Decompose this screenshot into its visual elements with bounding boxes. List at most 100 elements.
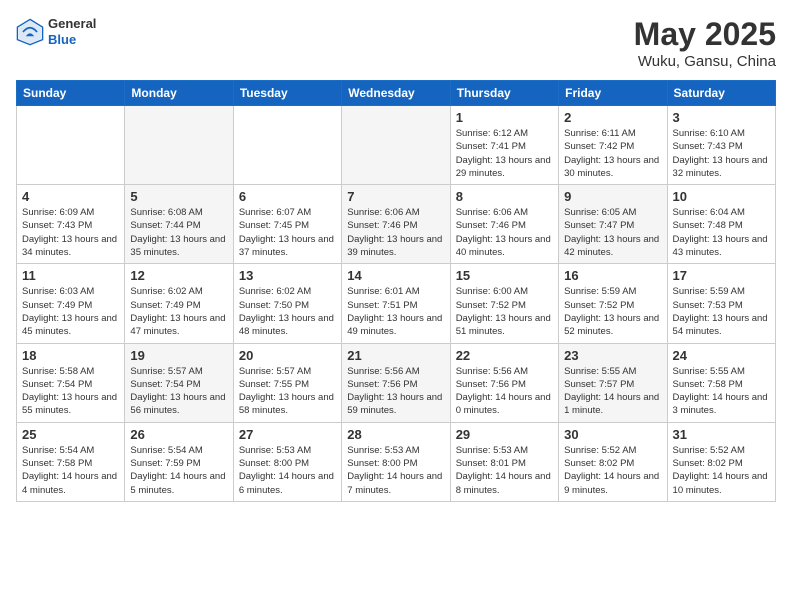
calendar-cell: 31 Sunrise: 5:52 AM Sunset: 8:02 PM Dayli… — [667, 422, 775, 501]
calendar-cell: 21Sunrise: 5:56 AM Sunset: 7:56 PM Dayli… — [342, 343, 450, 422]
calendar-cell: 4 Sunrise: 6:09 AM Sunset: 7:43 PM Daylig… — [17, 185, 125, 264]
day-number: 5 — [130, 189, 227, 204]
logo-icon — [16, 18, 44, 46]
day-number: 16 — [564, 268, 661, 283]
day-info: Sunrise: 5:52 AM Sunset: 8:02 PM Dayligh… — [564, 444, 661, 497]
day-number: 7 — [347, 189, 444, 204]
day-info: Sunrise: 6:02 AM Sunset: 7:50 PM Dayligh… — [239, 285, 336, 338]
day-number: 29 — [456, 427, 553, 442]
day-info: Sunrise: 6:06 AM Sunset: 7:46 PM Dayligh… — [456, 206, 553, 259]
calendar-cell — [233, 106, 341, 185]
day-info: Sunrise: 6:12 AM Sunset: 7:41 PM Dayligh… — [456, 127, 553, 180]
calendar-title: May 2025 — [634, 16, 776, 53]
logo-general-text: General — [48, 16, 96, 32]
day-number: 13 — [239, 268, 336, 283]
day-number: 3 — [673, 110, 770, 125]
weekday-header-sunday: Sunday — [17, 81, 125, 106]
calendar-cell: 20 Sunrise: 5:57 AM Sunset: 7:55 PM Dayli… — [233, 343, 341, 422]
day-info: Sunrise: 5:55 AM Sunset: 7:57 PM Dayligh… — [564, 365, 661, 418]
calendar-week-row: 11 Sunrise: 6:03 AM Sunset: 7:49 PM Dayli… — [17, 264, 776, 343]
day-number: 9 — [564, 189, 661, 204]
calendar-cell: 2Sunrise: 6:11 AM Sunset: 7:42 PM Daylig… — [559, 106, 667, 185]
day-number: 19 — [130, 348, 227, 363]
day-info: Sunrise: 5:53 AM Sunset: 8:00 PM Dayligh… — [347, 444, 444, 497]
calendar-subtitle: Wuku, Gansu, China — [634, 53, 776, 70]
calendar-cell: 25 Sunrise: 5:54 AM Sunset: 7:58 PM Dayli… — [17, 422, 125, 501]
day-info: Sunrise: 5:52 AM Sunset: 8:02 PM Dayligh… — [673, 444, 770, 497]
weekday-header-tuesday: Tuesday — [233, 81, 341, 106]
day-info: Sunrise: 5:57 AM Sunset: 7:54 PM Dayligh… — [130, 365, 227, 418]
day-number: 17 — [673, 268, 770, 283]
calendar-cell: 6 Sunrise: 6:07 AM Sunset: 7:45 PM Daylig… — [233, 185, 341, 264]
calendar-table: SundayMondayTuesdayWednesdayThursdayFrid… — [16, 80, 776, 502]
logo-text: General Blue — [48, 16, 96, 47]
weekday-header-monday: Monday — [125, 81, 233, 106]
day-number: 1 — [456, 110, 553, 125]
day-number: 11 — [22, 268, 119, 283]
calendar-cell: 22 Sunrise: 5:56 AM Sunset: 7:56 PM Dayli… — [450, 343, 558, 422]
day-info: Sunrise: 5:53 AM Sunset: 8:01 PM Dayligh… — [456, 444, 553, 497]
day-info: Sunrise: 6:07 AM Sunset: 7:45 PM Dayligh… — [239, 206, 336, 259]
title-area: May 2025 Wuku, Gansu, China — [634, 16, 776, 70]
day-number: 12 — [130, 268, 227, 283]
calendar-cell: 30Sunrise: 5:52 AM Sunset: 8:02 PM Dayli… — [559, 422, 667, 501]
weekday-header-row: SundayMondayTuesdayWednesdayThursdayFrid… — [17, 81, 776, 106]
day-info: Sunrise: 5:54 AM Sunset: 7:58 PM Dayligh… — [22, 444, 119, 497]
day-number: 8 — [456, 189, 553, 204]
calendar-cell: 1 Sunrise: 6:12 AM Sunset: 7:41 PM Daylig… — [450, 106, 558, 185]
day-info: Sunrise: 6:04 AM Sunset: 7:48 PM Dayligh… — [673, 206, 770, 259]
calendar-cell: 17Sunrise: 5:59 AM Sunset: 7:53 PM Dayli… — [667, 264, 775, 343]
logo-blue-text: Blue — [48, 32, 96, 48]
day-number: 25 — [22, 427, 119, 442]
day-number: 2 — [564, 110, 661, 125]
calendar-cell — [125, 106, 233, 185]
calendar-week-row: 25 Sunrise: 5:54 AM Sunset: 7:58 PM Dayli… — [17, 422, 776, 501]
calendar-week-row: 4 Sunrise: 6:09 AM Sunset: 7:43 PM Daylig… — [17, 185, 776, 264]
day-number: 23 — [564, 348, 661, 363]
day-info: Sunrise: 5:56 AM Sunset: 7:56 PM Dayligh… — [347, 365, 444, 418]
calendar-cell: 9 Sunrise: 6:05 AM Sunset: 7:47 PM Daylig… — [559, 185, 667, 264]
logo: General Blue — [16, 16, 96, 47]
day-info: Sunrise: 6:03 AM Sunset: 7:49 PM Dayligh… — [22, 285, 119, 338]
day-number: 27 — [239, 427, 336, 442]
calendar-week-row: 18Sunrise: 5:58 AM Sunset: 7:54 PM Dayli… — [17, 343, 776, 422]
day-info: Sunrise: 5:55 AM Sunset: 7:58 PM Dayligh… — [673, 365, 770, 418]
day-number: 28 — [347, 427, 444, 442]
day-info: Sunrise: 6:10 AM Sunset: 7:43 PM Dayligh… — [673, 127, 770, 180]
calendar-cell: 7 Sunrise: 6:06 AM Sunset: 7:46 PM Daylig… — [342, 185, 450, 264]
calendar-cell: 3 Sunrise: 6:10 AM Sunset: 7:43 PM Daylig… — [667, 106, 775, 185]
calendar-week-row: 1 Sunrise: 6:12 AM Sunset: 7:41 PM Daylig… — [17, 106, 776, 185]
calendar-cell — [342, 106, 450, 185]
day-info: Sunrise: 6:08 AM Sunset: 7:44 PM Dayligh… — [130, 206, 227, 259]
day-info: Sunrise: 5:57 AM Sunset: 7:55 PM Dayligh… — [239, 365, 336, 418]
day-info: Sunrise: 6:00 AM Sunset: 7:52 PM Dayligh… — [456, 285, 553, 338]
day-info: Sunrise: 5:56 AM Sunset: 7:56 PM Dayligh… — [456, 365, 553, 418]
page-header: General Blue May 2025 Wuku, Gansu, China — [16, 16, 776, 70]
day-number: 6 — [239, 189, 336, 204]
weekday-header-friday: Friday — [559, 81, 667, 106]
calendar-cell: 19 Sunrise: 5:57 AM Sunset: 7:54 PM Dayli… — [125, 343, 233, 422]
weekday-header-thursday: Thursday — [450, 81, 558, 106]
calendar-cell: 28 Sunrise: 5:53 AM Sunset: 8:00 PM Dayli… — [342, 422, 450, 501]
day-info: Sunrise: 6:02 AM Sunset: 7:49 PM Dayligh… — [130, 285, 227, 338]
calendar-cell: 5 Sunrise: 6:08 AM Sunset: 7:44 PM Daylig… — [125, 185, 233, 264]
calendar-cell: 12 Sunrise: 6:02 AM Sunset: 7:49 PM Dayli… — [125, 264, 233, 343]
day-info: Sunrise: 6:01 AM Sunset: 7:51 PM Dayligh… — [347, 285, 444, 338]
day-number: 4 — [22, 189, 119, 204]
day-number: 20 — [239, 348, 336, 363]
calendar-cell: 18Sunrise: 5:58 AM Sunset: 7:54 PM Dayli… — [17, 343, 125, 422]
calendar-cell: 11 Sunrise: 6:03 AM Sunset: 7:49 PM Dayli… — [17, 264, 125, 343]
day-info: Sunrise: 6:09 AM Sunset: 7:43 PM Dayligh… — [22, 206, 119, 259]
day-number: 10 — [673, 189, 770, 204]
day-number: 31 — [673, 427, 770, 442]
day-number: 15 — [456, 268, 553, 283]
calendar-cell — [17, 106, 125, 185]
day-info: Sunrise: 6:06 AM Sunset: 7:46 PM Dayligh… — [347, 206, 444, 259]
calendar-cell: 23 Sunrise: 5:55 AM Sunset: 7:57 PM Dayli… — [559, 343, 667, 422]
calendar-cell: 13 Sunrise: 6:02 AM Sunset: 7:50 PM Dayli… — [233, 264, 341, 343]
day-number: 22 — [456, 348, 553, 363]
calendar-cell: 8 Sunrise: 6:06 AM Sunset: 7:46 PM Daylig… — [450, 185, 558, 264]
day-info: Sunrise: 6:05 AM Sunset: 7:47 PM Dayligh… — [564, 206, 661, 259]
day-info: Sunrise: 5:59 AM Sunset: 7:52 PM Dayligh… — [564, 285, 661, 338]
weekday-header-wednesday: Wednesday — [342, 81, 450, 106]
